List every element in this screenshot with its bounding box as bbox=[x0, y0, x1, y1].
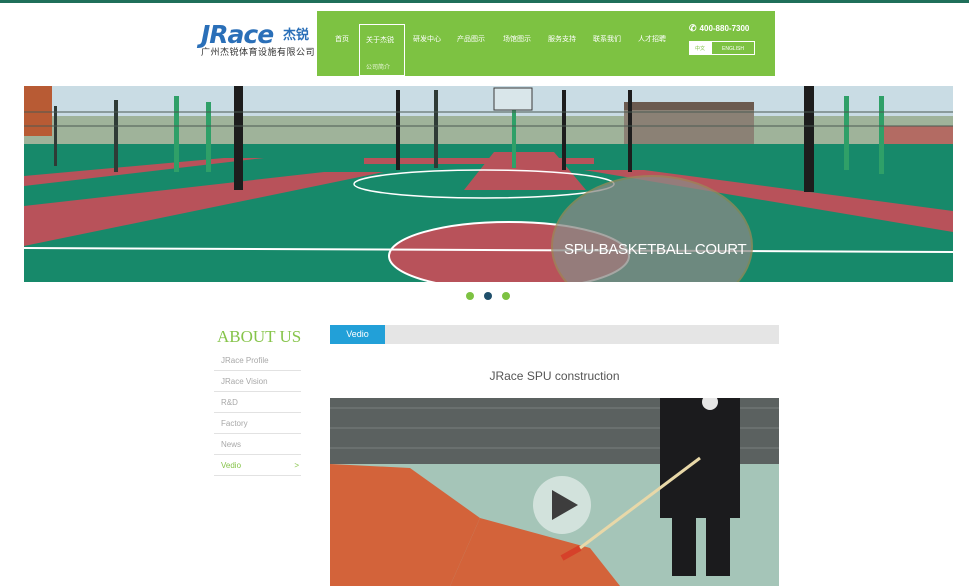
video-title: JRace SPU construction bbox=[489, 369, 620, 383]
slider-dot[interactable] bbox=[502, 292, 510, 300]
sidebar-item-factory[interactable]: Factory bbox=[214, 413, 301, 434]
lang-chinese-button[interactable]: 中文 bbox=[689, 41, 711, 55]
about-title: ABOUT US bbox=[217, 327, 302, 346]
sidebar-item-label: JRace Profile bbox=[221, 356, 269, 365]
nav-contact[interactable]: 联系我们 bbox=[593, 34, 621, 44]
tab-vedio[interactable]: Vedio bbox=[330, 325, 385, 344]
page: JRace 杰锐 广州杰锐体育设施有限公司 首页 关于杰锐 公司简介 研发中心 … bbox=[0, 0, 969, 586]
nav-careers[interactable]: 人才招聘 bbox=[638, 34, 666, 44]
video-player[interactable] bbox=[330, 398, 779, 586]
phone-icon: ✆ bbox=[689, 23, 697, 33]
hero-banner[interactable]: SPU-BASKETBALL COURT bbox=[24, 86, 953, 282]
sidebar-item-profile[interactable]: JRace Profile bbox=[214, 350, 301, 371]
sidebar-item-news[interactable]: News bbox=[214, 434, 301, 455]
sidebar-item-label: News bbox=[221, 440, 242, 449]
nav-sub-profile[interactable]: 公司简介 bbox=[366, 62, 390, 71]
sidebar-item-label: JRace Vision bbox=[221, 377, 268, 386]
sidebar-item-vision[interactable]: JRace Vision bbox=[214, 371, 301, 392]
logo[interactable]: JRace 杰锐 广州杰锐体育设施有限公司 bbox=[197, 14, 317, 76]
nav-products[interactable]: 产品图示 bbox=[457, 34, 485, 44]
phone-number: 400-880-7300 bbox=[699, 24, 750, 33]
nav-rd[interactable]: 研发中心 bbox=[413, 34, 441, 44]
sidebar-item-label: Vedio bbox=[221, 461, 242, 470]
slider-dots bbox=[466, 292, 512, 300]
nav-service[interactable]: 服务支持 bbox=[548, 34, 576, 44]
top-rule bbox=[0, 0, 969, 3]
main-nav: 首页 关于杰锐 公司简介 研发中心 产品图示 场馆图示 服务支持 联系我们 人才… bbox=[317, 11, 775, 76]
nav-about[interactable]: 关于杰锐 公司简介 bbox=[359, 24, 405, 76]
slider-dot-active[interactable] bbox=[484, 292, 492, 300]
content-tab-strip: Vedio bbox=[330, 325, 779, 344]
video-thumbnail bbox=[330, 398, 779, 586]
company-name: 广州杰锐体育设施有限公司 bbox=[201, 47, 316, 57]
phone: ✆ 400-880-7300 bbox=[689, 23, 749, 34]
sidebar-item-vedio[interactable]: Vedio > bbox=[214, 455, 301, 476]
lang-english-button[interactable]: ENGLISH bbox=[711, 41, 755, 55]
logo-cn: 杰锐 bbox=[283, 27, 310, 42]
sidebar-item-label: R&D bbox=[221, 398, 238, 407]
nav-venues[interactable]: 场馆图示 bbox=[503, 34, 531, 44]
hero-court-image bbox=[24, 86, 953, 282]
slider-dot[interactable] bbox=[466, 292, 474, 300]
nav-about-label: 关于杰锐 bbox=[366, 37, 394, 44]
hero-caption: SPU-BASKETBALL COURT bbox=[564, 241, 747, 258]
chevron-right-icon: > bbox=[294, 461, 299, 470]
nav-home[interactable]: 首页 bbox=[335, 34, 349, 44]
sidebar-item-rd[interactable]: R&D bbox=[214, 392, 301, 413]
sidebar-item-label: Factory bbox=[221, 419, 248, 428]
